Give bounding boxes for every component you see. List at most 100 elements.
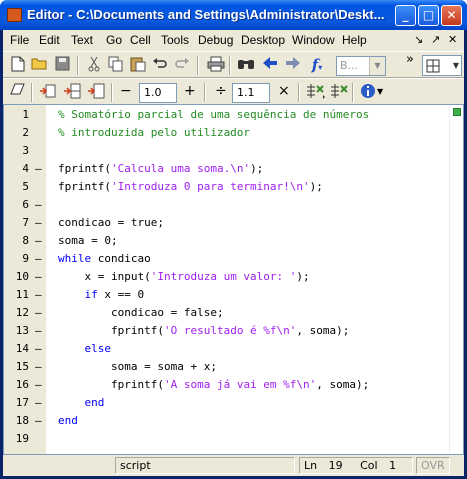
line-number: 17 <box>15 396 29 409</box>
vertical-scrollbar[interactable] <box>449 105 463 454</box>
stack-combo[interactable]: B... ▼ <box>336 56 386 76</box>
editor-window: Editor - C:\Documents and Settings\Admin… <box>0 0 467 479</box>
menu-tools[interactable]: Tools <box>161 33 189 47</box>
function-icon[interactable]: f▾ <box>308 56 326 74</box>
breakpoint-marker[interactable]: – <box>35 232 43 250</box>
menu-cell[interactable]: Cell <box>130 33 151 47</box>
redo-icon[interactable] <box>173 56 191 74</box>
back-arrow-icon[interactable] <box>261 56 279 74</box>
breakpoint-marker[interactable]: – <box>35 376 43 394</box>
copy-icon[interactable] <box>107 56 125 74</box>
code-line[interactable]: fprintf('A soma já vai em %f\n', soma); <box>58 376 463 394</box>
cut-icon[interactable] <box>85 56 103 74</box>
breakpoint-marker[interactable] <box>35 106 43 124</box>
toolbar-separator <box>229 56 231 75</box>
open-folder-icon[interactable] <box>31 56 49 74</box>
code-line[interactable]: condicao = false; <box>58 304 463 322</box>
code-line[interactable]: while condicao <box>58 250 463 268</box>
menu-debug[interactable]: Debug <box>198 33 233 47</box>
print-icon[interactable] <box>207 56 225 74</box>
forward-arrow-icon[interactable] <box>284 56 302 74</box>
decrement-button[interactable]: − <box>120 83 132 99</box>
code-text: , soma); <box>316 378 370 391</box>
code-line[interactable]: % introduzida pelo utilizador <box>58 124 463 142</box>
breakpoint-marker[interactable] <box>35 178 43 196</box>
breakpoint-marker[interactable]: – <box>35 394 43 412</box>
increment-button[interactable]: + <box>184 83 196 99</box>
breakpoint-marker[interactable]: – <box>35 322 43 340</box>
divide-button[interactable]: ÷ <box>215 83 227 99</box>
breakpoint-marker[interactable]: – <box>35 160 43 178</box>
code-line[interactable]: else <box>58 340 463 358</box>
menu-desktop[interactable]: Desktop <box>241 33 285 47</box>
menu-text[interactable]: Text <box>71 33 93 47</box>
cell-grid-alt-icon[interactable] <box>329 83 348 101</box>
breakpoint-marker[interactable]: – <box>35 268 43 286</box>
breakpoint-marker[interactable]: – <box>35 214 43 232</box>
undo-icon[interactable] <box>151 56 169 74</box>
menu-edit[interactable]: Edit <box>39 33 60 47</box>
code-line[interactable]: end <box>58 412 463 430</box>
menu-help[interactable]: Help <box>342 33 367 47</box>
stack-combo-value: B... <box>340 59 359 72</box>
breakpoint-marker[interactable]: – <box>35 286 43 304</box>
scale-value-field[interactable]: 1.1 <box>232 83 270 103</box>
col-value: 1 <box>389 459 397 472</box>
eval-cell-icon[interactable] <box>39 83 57 101</box>
menu-file[interactable]: File <box>10 33 29 47</box>
code-string: 'Calcula uma soma.\n' <box>110 162 251 175</box>
breakpoint-marker[interactable]: – <box>35 340 43 358</box>
code-line[interactable] <box>58 430 463 448</box>
code-line[interactable]: fprintf('Introduza 0 para terminar!\n'); <box>58 178 463 196</box>
menu-window[interactable]: Window <box>292 33 335 47</box>
undock-icon[interactable]: ↘ <box>414 33 423 46</box>
code-line[interactable]: fprintf('Calcula uma soma.\n'); <box>58 160 463 178</box>
breakpoint-marker[interactable] <box>35 430 43 448</box>
multiply-button[interactable]: × <box>278 83 290 99</box>
line-number: 16 <box>15 378 29 391</box>
chevron-down-icon[interactable]: ▼ <box>377 87 383 96</box>
title-bar[interactable]: Editor - C:\Documents and Settings\Admin… <box>0 0 467 30</box>
breakpoint-marker[interactable]: – <box>35 358 43 376</box>
breakpoint-marker[interactable]: – <box>35 412 43 430</box>
code-line[interactable]: soma = 0; <box>58 232 463 250</box>
code-line[interactable]: x = input('Introduza um valor: '); <box>58 268 463 286</box>
dock-arrow-icon[interactable]: ↗ <box>431 33 440 46</box>
eval-file-icon[interactable] <box>87 83 105 101</box>
code-line[interactable]: end <box>58 394 463 412</box>
maximize-button[interactable]: □ <box>418 5 439 26</box>
code-line[interactable]: soma = soma + x; <box>58 358 463 376</box>
new-file-icon[interactable] <box>9 56 27 74</box>
code-line[interactable]: fprintf('O resultado é %f\n', soma); <box>58 322 463 340</box>
status-position: Ln 19 Col 1 <box>299 457 413 474</box>
breakpoint-marker[interactable]: – <box>35 250 43 268</box>
breakpoint-marker[interactable]: – <box>35 304 43 322</box>
cell-grid-icon[interactable] <box>305 83 325 101</box>
code-line[interactable] <box>58 196 463 214</box>
breakpoint-marker[interactable]: – <box>35 196 43 214</box>
breakpoint-marker[interactable] <box>35 124 43 142</box>
toolbar-overflow[interactable]: » <box>406 52 414 67</box>
find-icon[interactable] <box>237 56 255 74</box>
code-line[interactable]: % Somatório parcial de uma sequência de … <box>58 106 463 124</box>
code-editor[interactable]: 1 2 3 4–5 6–7–8–9–10–11–12–13–14–15–16–17–18… <box>3 104 464 455</box>
eval-advance-icon[interactable] <box>63 83 81 101</box>
code-keyword: if <box>58 288 98 301</box>
layout-grid-button[interactable]: ▼ <box>422 55 462 76</box>
save-icon[interactable] <box>53 56 71 74</box>
paste-icon[interactable] <box>129 56 147 74</box>
menu-go[interactable]: Go <box>106 33 122 47</box>
code-string: 'Introduza um valor: ' <box>150 270 297 283</box>
code-line[interactable]: if x == 0 <box>58 286 463 304</box>
info-icon[interactable] <box>359 83 377 101</box>
increment-value-field[interactable]: 1.0 <box>139 83 177 103</box>
status-mode: script <box>115 457 295 474</box>
eraser-icon[interactable] <box>9 83 27 101</box>
breakpoint-marker[interactable] <box>35 142 43 160</box>
code-line[interactable] <box>58 142 463 160</box>
close-button[interactable]: ✕ <box>441 5 462 26</box>
code-area[interactable]: % Somatório parcial de uma sequência de … <box>46 105 451 454</box>
code-line[interactable]: condicao = true; <box>58 214 463 232</box>
close-doc-icon[interactable]: ✕ <box>448 33 457 46</box>
minimize-button[interactable]: _ <box>395 5 416 26</box>
